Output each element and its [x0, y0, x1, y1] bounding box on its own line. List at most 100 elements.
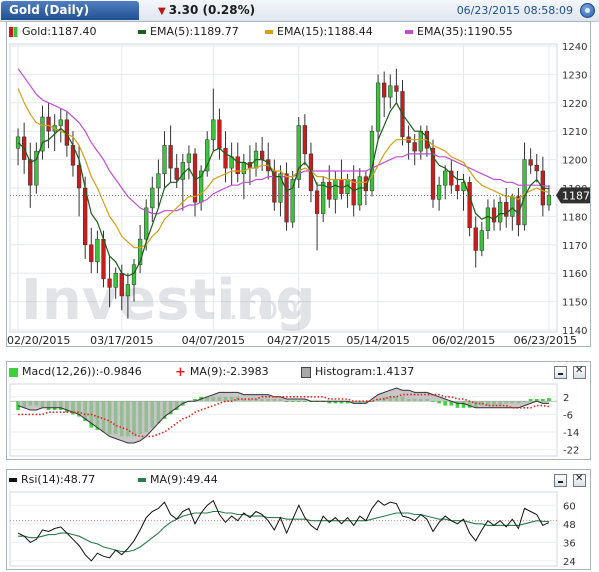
watermark-domain: .com — [228, 288, 311, 328]
candle-up — [510, 196, 515, 217]
price-y-tick: 1240 — [562, 42, 587, 53]
price-panel: Gold:1187.40 EMA(5):1189.77 EMA(15):1188… — [6, 21, 591, 347]
price-x-tick: 03/17/2015 — [90, 334, 153, 346]
candle-down — [534, 165, 539, 172]
price-x-tick: 05/14/2015 — [346, 334, 409, 346]
candle-down — [491, 207, 497, 223]
histogram-bar — [443, 401, 448, 406]
candle-up — [95, 238, 100, 263]
histogram-bar — [541, 399, 545, 402]
candle-down — [528, 159, 533, 166]
candle-up — [333, 179, 338, 200]
candle-down — [473, 227, 478, 251]
candle-up — [211, 119, 216, 140]
candle-down — [467, 182, 472, 229]
rsi-y-tick: 48 — [563, 520, 576, 531]
price-x-tick: 02/20/2015 — [7, 334, 70, 346]
candle-down — [412, 142, 417, 152]
settings-icon[interactable] — [580, 3, 595, 18]
candle-up — [58, 119, 63, 126]
candle-up — [113, 272, 118, 288]
macd-panel: Macd(12,26)):-0.9846 + MA(9):-2.3983 Hist… — [6, 361, 591, 460]
macd-y-tick: -14 — [563, 428, 579, 439]
candle-down — [314, 190, 320, 214]
candle-up — [180, 162, 185, 180]
price-x-tick: 06/02/2015 — [432, 334, 495, 346]
current-price-badge: 1187.40 — [556, 187, 590, 204]
price-y-tick: 1200 — [562, 156, 587, 167]
macd-chart[interactable]: 2 -6 -14 -22 — [7, 362, 590, 459]
candle-down — [223, 147, 228, 169]
rsi-y-axis: 60 48 36 24 — [563, 501, 576, 568]
candle-up — [485, 207, 491, 231]
histogram-bar — [437, 401, 441, 404]
candle-down — [217, 119, 222, 149]
histogram-bar — [284, 401, 289, 402]
timestamp: 06/23/2015 08:58:09 — [456, 4, 573, 17]
histogram-bar — [528, 399, 533, 402]
candle-up — [443, 170, 448, 186]
instrument-title[interactable]: Gold (Daily) — [1, 1, 139, 20]
candle-down — [394, 85, 399, 92]
candle-down — [339, 179, 344, 194]
price-y-tick: 1150 — [562, 298, 587, 309]
candle-up — [186, 153, 192, 163]
candle-down — [174, 167, 179, 180]
macd-y-tick: 2 — [563, 393, 569, 404]
candle-up — [321, 182, 326, 214]
rsi-y-tick: 24 — [563, 557, 576, 568]
price-x-tick: 04/07/2015 — [182, 334, 245, 346]
histogram-bar — [547, 398, 551, 402]
candle-up — [144, 207, 149, 240]
price-y-tick: 1220 — [562, 99, 587, 110]
price-y-tick: 1210 — [562, 127, 587, 138]
histogram-bar — [290, 401, 295, 402]
candle-up — [125, 284, 131, 297]
candle-up — [375, 82, 381, 132]
candle-up — [418, 130, 423, 152]
chart-header: Gold (Daily) ▼ 3.30 (0.28%) 06/23/2015 08… — [0, 0, 599, 22]
candle-down — [168, 145, 173, 169]
macd-y-axis: 2 -6 -14 -22 — [563, 393, 579, 457]
price-x-tick: 04/27/2015 — [267, 334, 330, 346]
candle-up — [15, 136, 21, 149]
candle-up — [546, 195, 552, 206]
candle-down — [455, 184, 460, 192]
candle-up — [479, 230, 484, 251]
candle-down — [382, 82, 387, 98]
price-change: ▼ 3.30 (0.28%) — [158, 2, 255, 19]
candle-up — [156, 173, 161, 189]
macd-y-tick: -6 — [563, 410, 573, 421]
candle-down — [351, 179, 356, 206]
price-y-tick: 1170 — [562, 241, 587, 252]
price-y-tick: 1160 — [562, 269, 587, 280]
price-chart[interactable]: Investing .com 1140115011601170118011901… — [7, 22, 590, 346]
rsi-y-tick: 60 — [563, 501, 576, 512]
macd-y-tick: -22 — [563, 446, 579, 457]
candle-down — [76, 165, 82, 189]
price-x-tick: 06/23/2015 — [514, 334, 577, 346]
price-x-axis: 02/20/2015 03/17/2015 04/07/2015 04/27/2015… — [7, 334, 577, 346]
price-change-value: 3.30 (0.28%) — [168, 3, 256, 17]
histogram-bar — [431, 401, 435, 402]
price-y-tick: 1180 — [562, 212, 587, 223]
current-price-label: 1187.40 — [562, 189, 590, 202]
rsi-chart[interactable]: 60 48 36 24 — [7, 470, 590, 569]
down-arrow-icon: ▼ — [158, 6, 166, 17]
candle-up — [436, 184, 442, 200]
candle-up — [522, 159, 527, 226]
histogram-bar — [296, 401, 301, 402]
price-y-tick: 1230 — [562, 70, 587, 81]
candle-down — [284, 173, 289, 223]
watermark: Investing .com — [21, 268, 315, 333]
candle-up — [497, 201, 503, 223]
candle-down — [504, 201, 509, 217]
candle-up — [241, 162, 246, 175]
candle-up — [162, 145, 167, 175]
candle-down — [28, 159, 33, 186]
candle-down — [119, 272, 124, 297]
candle-down — [89, 244, 94, 263]
candle-down — [302, 125, 307, 155]
candle-down — [327, 182, 332, 200]
candle-down — [101, 238, 106, 280]
